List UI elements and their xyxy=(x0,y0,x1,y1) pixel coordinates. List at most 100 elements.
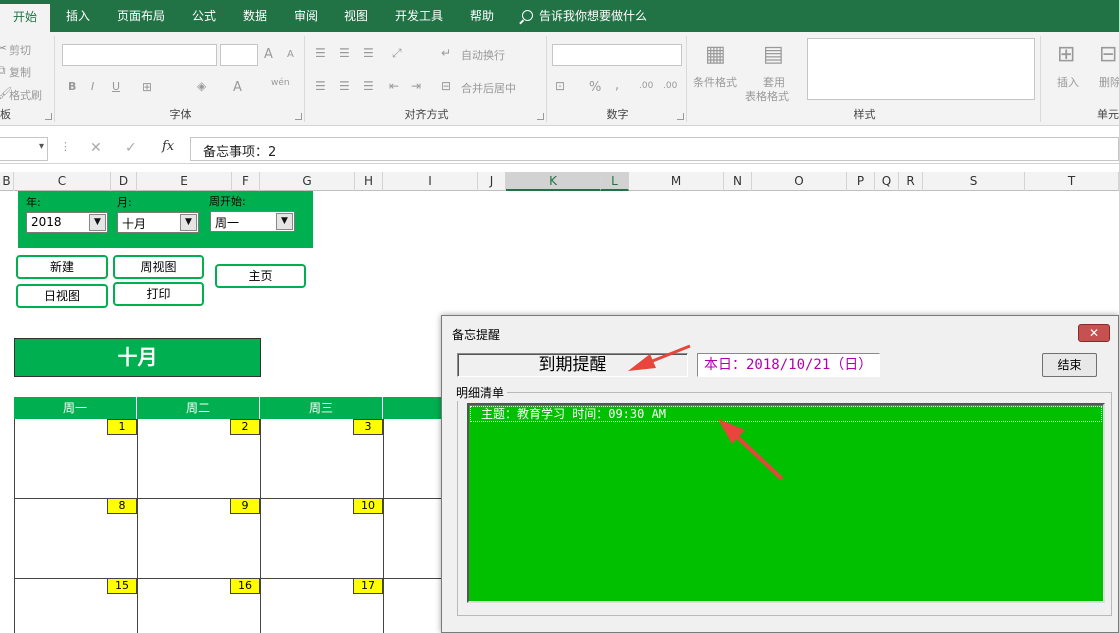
date-cell[interactable]: 10 xyxy=(353,498,383,514)
col-header[interactable]: P xyxy=(847,172,875,191)
align-right-icon[interactable]: ☰ xyxy=(363,79,374,93)
formula-input[interactable]: 备忘事项：2 xyxy=(190,137,1119,161)
week-view-button[interactable]: 周视图 xyxy=(113,255,204,279)
date-cell[interactable]: 8 xyxy=(107,498,137,514)
grow-font-button[interactable]: A xyxy=(264,47,273,62)
border-icon[interactable]: ⊞ xyxy=(142,80,152,94)
enter-icon[interactable]: ✓ xyxy=(125,140,137,156)
table-format-line2[interactable]: 表格格式 xyxy=(745,88,789,104)
merge-center-button[interactable]: 合并后居中 xyxy=(461,80,516,96)
phonetic-button[interactable]: wén xyxy=(271,78,290,88)
cut-button[interactable]: 剪切 xyxy=(9,42,31,58)
col-header[interactable]: C xyxy=(14,172,111,191)
col-header[interactable]: F xyxy=(232,172,260,191)
align-center-icon[interactable]: ☰ xyxy=(339,79,350,93)
chevron-down-icon[interactable]: ▼ xyxy=(180,214,197,231)
col-header[interactable]: T xyxy=(1025,172,1119,191)
tab-review[interactable]: 审阅 xyxy=(292,0,320,32)
date-cell[interactable]: 2 xyxy=(230,419,260,435)
tab-home[interactable]: 开始 xyxy=(0,4,50,32)
tab-formulas[interactable]: 公式 xyxy=(190,0,218,32)
shrink-font-button[interactable]: A xyxy=(287,49,294,60)
tab-data[interactable]: 数据 xyxy=(241,0,269,32)
percent-button[interactable]: % xyxy=(589,80,601,95)
insert-cells-button[interactable]: 插入 xyxy=(1057,74,1079,90)
print-button[interactable]: 打印 xyxy=(113,282,204,306)
date-cell[interactable]: 15 xyxy=(107,578,137,594)
home-button[interactable]: 主页 xyxy=(215,264,306,288)
end-button[interactable]: 结束 xyxy=(1042,353,1097,377)
detail-listbox[interactable]: 主题：教育学习 时间：09:30 AM xyxy=(467,403,1105,603)
tab-insert[interactable]: 插入 xyxy=(64,0,92,32)
cancel-icon[interactable]: ✕ xyxy=(90,140,102,156)
comma-button[interactable]: , xyxy=(615,78,619,93)
col-header[interactable]: H xyxy=(355,172,383,191)
copy-button[interactable]: 复制 xyxy=(9,64,31,80)
delete-cells-button[interactable]: 删除 xyxy=(1099,74,1119,90)
col-header[interactable]: Q xyxy=(875,172,899,191)
col-header[interactable]: M xyxy=(629,172,724,191)
month-combo[interactable]: 十月 ▼ xyxy=(117,212,199,233)
decrease-decimal-button[interactable]: .00 xyxy=(663,81,677,91)
list-item[interactable]: 主题：教育学习 时间：09:30 AM xyxy=(470,406,1102,422)
tab-view[interactable]: 视图 xyxy=(342,0,370,32)
grid-line xyxy=(137,419,138,633)
increase-indent-icon[interactable]: ⇥ xyxy=(411,79,421,93)
tab-developer[interactable]: 开发工具 xyxy=(393,0,445,32)
new-button[interactable]: 新建 xyxy=(16,255,108,279)
fill-color-icon[interactable]: ◈ xyxy=(197,79,206,93)
day-view-button[interactable]: 日视图 xyxy=(16,284,108,308)
col-header[interactable]: N xyxy=(724,172,752,191)
col-header[interactable]: D xyxy=(111,172,137,191)
cells-group: ⊞ 插入 ⊟ 删除 单元 xyxy=(1043,36,1119,122)
italic-button[interactable]: I xyxy=(91,80,94,93)
font-color-button[interactable]: A xyxy=(233,80,242,95)
date-cell[interactable]: 16 xyxy=(230,578,260,594)
align-top-icon[interactable]: ☰ xyxy=(315,46,326,60)
cell-styles-gallery[interactable] xyxy=(807,38,1035,100)
font-launcher-icon[interactable] xyxy=(295,113,302,120)
col-header[interactable]: G xyxy=(260,172,355,191)
orientation-icon[interactable]: ⤢ xyxy=(392,46,402,61)
tab-help[interactable]: 帮助 xyxy=(468,0,496,32)
number-launcher-icon[interactable] xyxy=(677,113,684,120)
font-name-combo[interactable] xyxy=(62,44,217,66)
date-cell[interactable]: 9 xyxy=(230,498,260,514)
col-header[interactable]: J xyxy=(478,172,506,191)
wrap-text-button[interactable]: 自动换行 xyxy=(461,47,505,63)
conditional-format-button[interactable]: 条件格式 xyxy=(693,74,737,90)
align-middle-icon[interactable]: ☰ xyxy=(339,46,350,60)
align-bottom-icon[interactable]: ☰ xyxy=(363,46,374,60)
col-header[interactable]: O xyxy=(752,172,847,191)
col-header[interactable]: B xyxy=(0,172,14,191)
align-left-icon[interactable]: ☰ xyxy=(315,79,326,93)
chevron-down-icon[interactable]: ▼ xyxy=(276,213,293,230)
col-header[interactable]: I xyxy=(383,172,478,191)
font-size-combo[interactable] xyxy=(220,44,258,66)
alignment-launcher-icon[interactable] xyxy=(537,113,544,120)
chevron-down-icon[interactable]: ▼ xyxy=(89,214,106,231)
col-header[interactable]: S xyxy=(923,172,1025,191)
date-cell[interactable]: 3 xyxy=(353,419,383,435)
currency-icon[interactable]: ⊡ xyxy=(555,79,565,93)
date-cell[interactable]: 1 xyxy=(107,419,137,435)
decrease-indent-icon[interactable]: ⇤ xyxy=(389,79,399,93)
increase-decimal-button[interactable]: .00 xyxy=(639,81,653,91)
underline-button[interactable]: U xyxy=(112,80,120,93)
week-start-combo[interactable]: 周一 ▼ xyxy=(210,211,295,232)
bold-button[interactable]: B xyxy=(68,80,76,93)
insert-function-icon[interactable]: fx xyxy=(162,139,174,154)
col-header-selected[interactable]: K xyxy=(506,172,601,191)
tell-me-box[interactable]: 告诉我你想要做什么 xyxy=(522,0,647,32)
clipboard-launcher-icon[interactable] xyxy=(45,113,52,120)
col-header[interactable]: R xyxy=(899,172,923,191)
col-header-selected[interactable]: L xyxy=(601,172,629,191)
col-header[interactable]: E xyxy=(137,172,232,191)
tab-page-layout[interactable]: 页面布局 xyxy=(115,0,167,32)
format-painter-button[interactable]: 格式刷 xyxy=(9,87,42,103)
year-combo[interactable]: 2018 ▼ xyxy=(26,212,108,233)
date-cell[interactable]: 17 xyxy=(353,578,383,594)
name-box[interactable] xyxy=(0,137,48,161)
number-format-combo[interactable] xyxy=(552,44,682,66)
close-icon[interactable]: ✕ xyxy=(1078,324,1110,342)
